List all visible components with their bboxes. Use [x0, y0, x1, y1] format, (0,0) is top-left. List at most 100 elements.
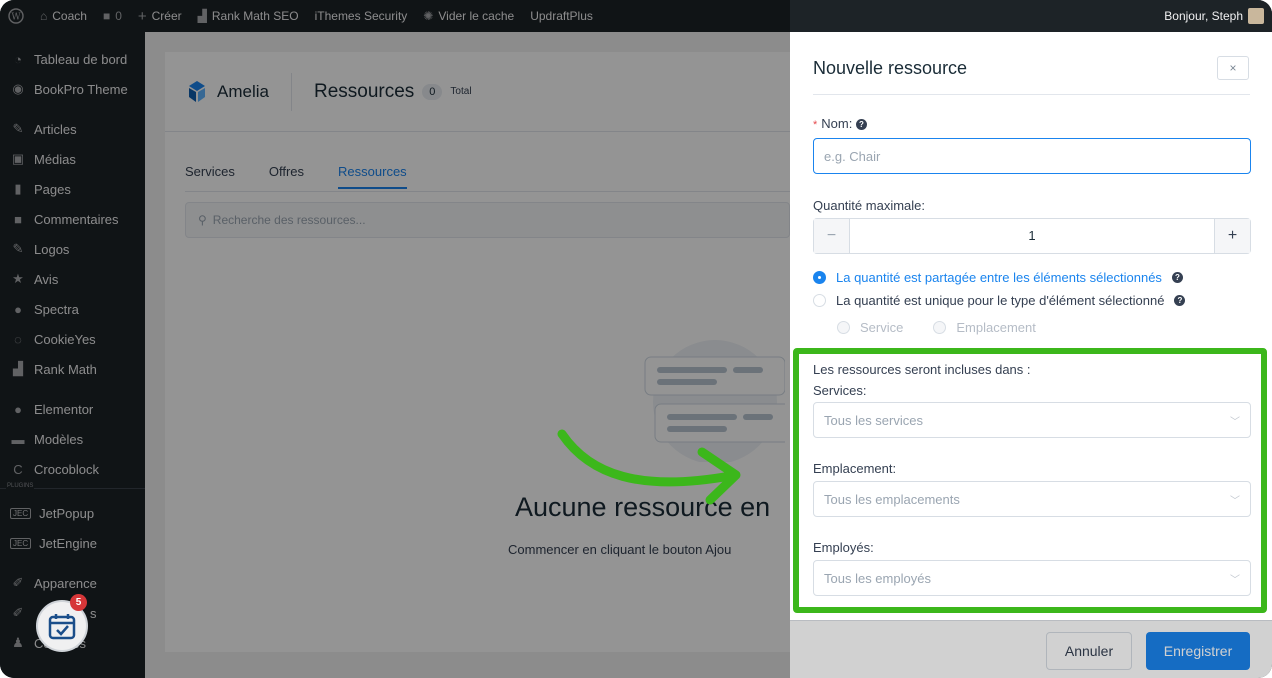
required-asterisk: *: [813, 119, 818, 131]
sidebar-item-label: CookieYes: [34, 331, 96, 347]
cancel-button[interactable]: Annuler: [1046, 632, 1132, 670]
resource-tabs: Services Offres Ressources: [185, 164, 407, 189]
annotation-arrow-icon: [557, 429, 741, 505]
decrement-button[interactable]: −: [814, 219, 850, 253]
main-content: Amelia Ressources 0 Total Services Offre…: [145, 32, 790, 678]
radio-shared-quantity[interactable]: La quantité est partagée entre les éléme…: [813, 270, 1183, 285]
chart-icon: ▟: [197, 9, 207, 23]
amelia-panel: Amelia Ressources 0 Total Services Offre…: [165, 52, 790, 652]
comments-icon: ■: [14, 211, 22, 227]
cookie-icon: ◌: [14, 331, 22, 347]
sidebar-item-media[interactable]: ▣ Médias: [0, 144, 145, 174]
close-button[interactable]: ×: [1217, 56, 1249, 80]
tab-services[interactable]: Services: [185, 164, 235, 189]
tab-resources[interactable]: Ressources: [338, 164, 407, 189]
pages-icon: ▮: [14, 181, 22, 196]
sidebar-item-templates[interactable]: ▬ Modèles: [0, 424, 145, 454]
sidebar-item-pages[interactable]: ▮ Pages: [0, 174, 145, 204]
cache-label: Vider le cache: [438, 9, 515, 23]
sidebar-item-comments[interactable]: ■ Commentaires: [0, 204, 145, 234]
sidebar-item-cookieyes[interactable]: ◌ CookieYes: [0, 324, 145, 354]
empty-state-subtitle: Commencer en cliquant le bouton Ajou: [508, 542, 732, 557]
rank-math-label: Rank Math SEO: [211, 9, 299, 23]
radio-service-label: Service: [860, 320, 904, 335]
sidebar-item-bookpro[interactable]: ◉ BookPro Theme: [0, 74, 145, 104]
theme-icon: ◉: [12, 81, 24, 96]
sidebar-item-dashboard[interactable]: ◔ Tableau de bord: [0, 44, 145, 74]
crocoblock-icon: C: [13, 461, 23, 477]
page-title: Ressources 0 Total: [314, 81, 472, 103]
quantity-value[interactable]: 1: [850, 219, 1214, 253]
sidebar-item-crocoblock[interactable]: C Crocoblock: [0, 454, 145, 484]
rank-math-link[interactable]: ▟ Rank Math SEO: [190, 0, 307, 32]
home-icon: ⌂: [40, 9, 48, 23]
sidebar-item-label: Rank Math: [34, 361, 97, 377]
sidebar-item-label: Médias: [34, 151, 76, 167]
sidebar-item-elementor[interactable]: ● Elementor: [0, 394, 145, 424]
header-divider: [290, 72, 292, 111]
plus-icon: +: [137, 7, 147, 25]
plugins-separator: PLUGINS: [0, 483, 145, 498]
name-label-text: Nom:: [821, 116, 853, 131]
media-icon: ▣: [11, 151, 25, 166]
site-name-link[interactable]: ⌂ Coach: [32, 0, 95, 32]
cache-link[interactable]: ✺ Vider le cache: [415, 0, 522, 32]
search-placeholder: Recherche des ressources...: [212, 213, 366, 227]
sidebar-item-spectra[interactable]: ● Spectra: [0, 294, 145, 324]
screen-frame: W ⌂ Coach ■ 0 + Créer ▟ Rank Math SEO iT…: [0, 0, 1272, 678]
calendar-check-icon: [48, 614, 76, 640]
search-input[interactable]: ⚲ Recherche des ressources...: [185, 202, 790, 238]
sidebar-item-logos[interactable]: ✎ Logos: [0, 234, 145, 264]
close-icon: ×: [1229, 61, 1237, 75]
save-button[interactable]: Enregistrer: [1146, 632, 1250, 670]
updraft-link[interactable]: UpdraftPlus: [522, 0, 601, 32]
updraft-label: UpdraftPlus: [530, 9, 593, 23]
notification-count-badge: 5: [70, 594, 87, 611]
element-type-radios: Service Emplacement: [837, 320, 1036, 335]
comment-bubble-icon: ■: [102, 9, 111, 23]
sidebar-item-jetpopup[interactable]: JEC JetPopup: [0, 498, 145, 528]
sidebar-item-label: Avis: [34, 271, 59, 287]
help-icon: ?: [1171, 272, 1183, 283]
sidebar-item-reviews[interactable]: ★ Avis: [0, 264, 145, 294]
drawer-header-divider: [813, 94, 1250, 95]
radio-checked-icon: [813, 271, 826, 284]
account-link[interactable]: Bonjour, Steph: [1156, 0, 1272, 32]
help-icon: ?: [1174, 295, 1186, 306]
pin-icon: ✎: [12, 121, 24, 136]
plugin-icon: ✐: [12, 605, 24, 620]
sidebar-item-rankmath[interactable]: ▟ Rank Math: [0, 354, 145, 384]
amelia-logo-icon: [189, 80, 205, 102]
pin-icon: ✎: [12, 241, 24, 256]
chart-icon: ▟: [13, 361, 23, 376]
page-title-text: Ressources: [313, 80, 415, 102]
comments-link[interactable]: ■ 0: [95, 0, 130, 32]
sidebar-item-label: Tableau de bord: [34, 51, 128, 67]
new-resource-drawer: Nouvelle ressource × *Nom: ? Quantité ma…: [790, 32, 1272, 678]
create-link[interactable]: + Créer: [130, 0, 190, 32]
jet-icon: JEC: [10, 537, 32, 549]
radio-disabled-icon: [837, 321, 850, 334]
name-field[interactable]: [813, 138, 1251, 174]
quantity-stepper: − 1 +: [813, 218, 1251, 254]
greeting-label: Bonjour, Steph: [1164, 9, 1243, 23]
total-label: Total: [450, 86, 472, 97]
sidebar-item-appearance[interactable]: ✐ Apparence: [0, 568, 145, 598]
site-name-label: Coach: [52, 9, 87, 23]
sidebar-item-jetengine[interactable]: JEC JetEngine: [0, 528, 145, 558]
ithemes-link[interactable]: iThemes Security: [307, 0, 416, 32]
radio-unique-quantity[interactable]: La quantité est unique pour le type d'él…: [813, 293, 1186, 308]
ithemes-label: iThemes Security: [314, 9, 408, 23]
sidebar-item-articles[interactable]: ✎ Articles: [0, 114, 145, 144]
tab-packages[interactable]: Offres: [269, 164, 304, 189]
radio-location[interactable]: Emplacement: [933, 320, 1036, 335]
sidebar-item-label: BookPro Theme: [34, 81, 128, 97]
sidebar-item-label: Apparence: [34, 575, 97, 591]
radio-service[interactable]: Service: [837, 320, 903, 335]
sidebar-item-label: Spectra: [34, 301, 79, 317]
user-icon: ♟: [12, 635, 24, 650]
count-badge: 0: [422, 83, 443, 100]
wp-logo-icon[interactable]: W: [0, 0, 32, 32]
increment-button[interactable]: +: [1214, 219, 1250, 253]
name-label: * Nom: ?: [813, 116, 867, 131]
